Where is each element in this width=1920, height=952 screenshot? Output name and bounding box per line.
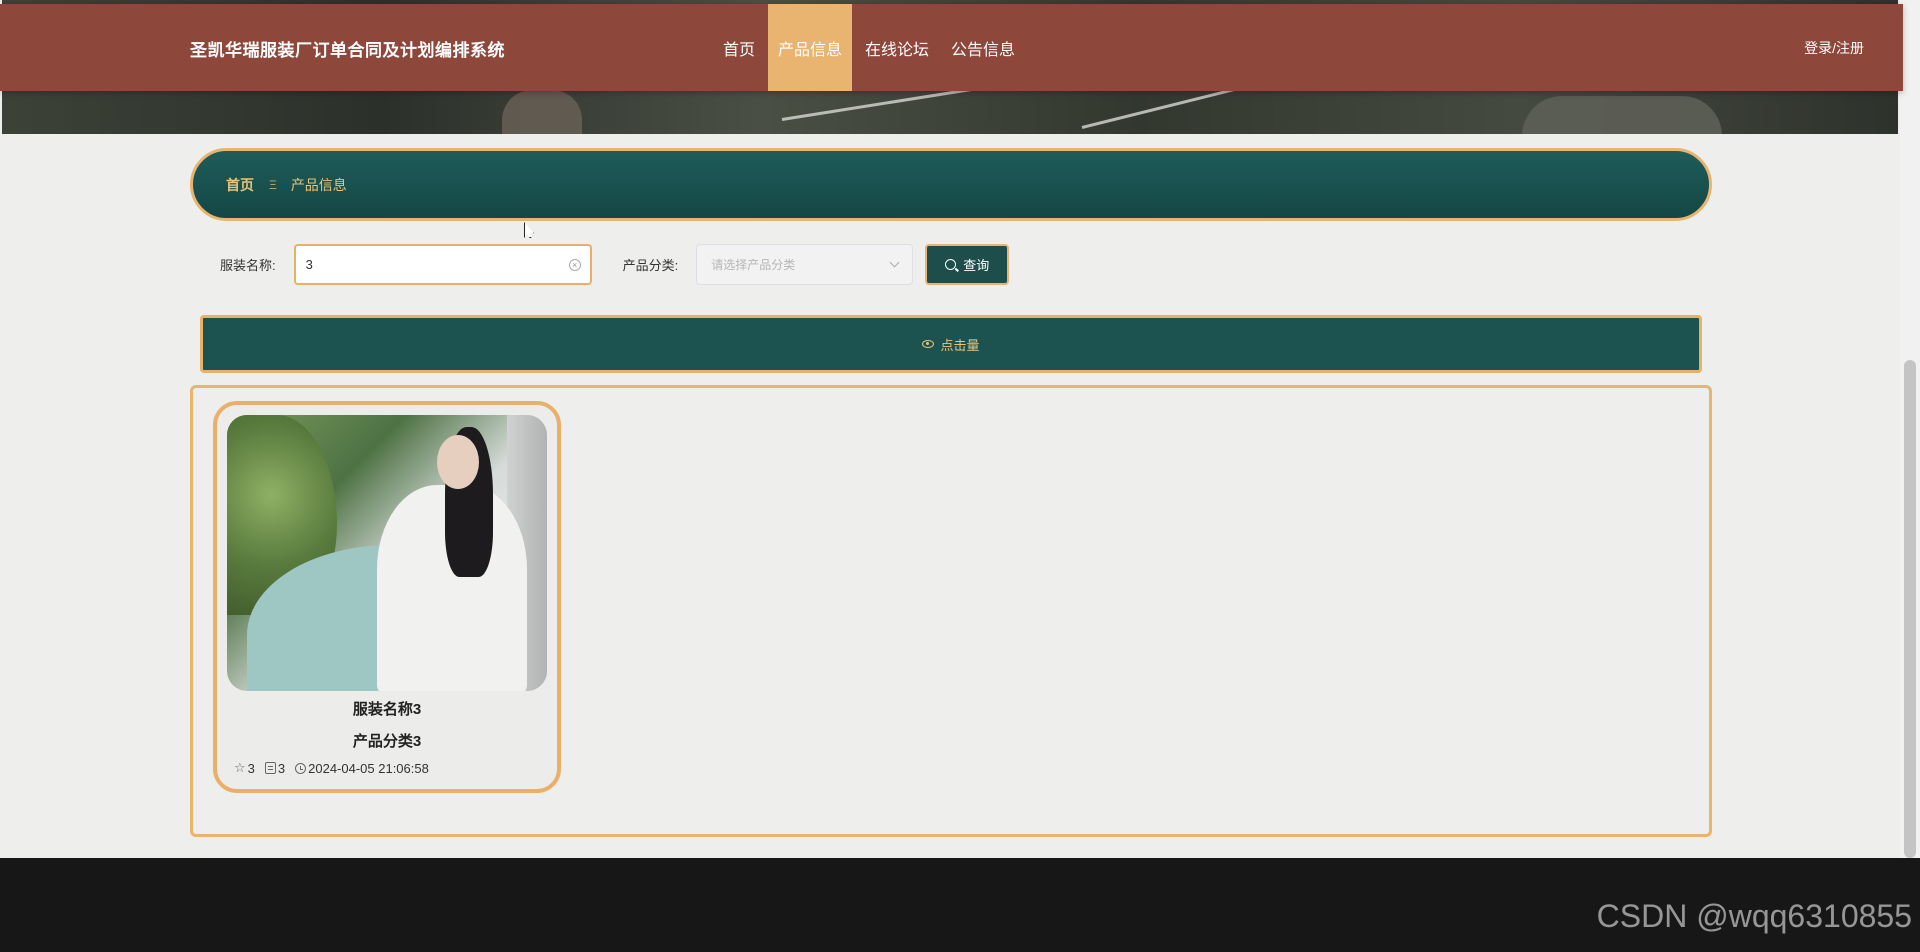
image-head	[437, 435, 479, 489]
clear-icon[interactable]: ×	[568, 258, 581, 271]
name-label: 服装名称:	[220, 257, 276, 273]
category-placeholder: 请选择产品分类	[711, 257, 796, 272]
nav-item-products[interactable]: 产品信息	[768, 4, 853, 91]
main-nav: 首页 产品信息 在线论坛 公告信息	[712, 4, 1026, 91]
breadcrumb: 首页 Ξ 产品信息	[190, 148, 1712, 221]
query-button-label: 查询	[963, 257, 990, 273]
category-label: 产品分类:	[622, 257, 679, 273]
product-name: 服装名称3	[352, 701, 422, 718]
breadcrumb-current: 产品信息	[290, 176, 347, 193]
site-title: 圣凯华瑞服装厂订单合同及计划编排系统	[190, 41, 505, 60]
nav-item-forum[interactable]: 在线论坛	[854, 4, 940, 91]
scrollbar[interactable]	[1900, 0, 1920, 858]
hero-figure	[1522, 96, 1722, 134]
nav-item-home[interactable]: 首页	[712, 4, 766, 91]
favorites-value: 3	[247, 760, 255, 776]
watermark: CSDN @wqq6310855	[1596, 898, 1912, 934]
product-card[interactable]: 服装名称3 产品分类3 ☆ 3 3 2024-04-05 21:06:58	[213, 401, 561, 793]
breadcrumb-separator-icon: Ξ	[269, 177, 277, 192]
timestamp-value: 2024-04-05 21:06:58	[308, 760, 429, 776]
timestamp: 2024-04-05 21:06:58	[295, 761, 429, 776]
product-category: 产品分类3	[352, 733, 422, 750]
favorites-count: ☆ 3	[234, 760, 255, 776]
breadcrumb-home[interactable]: 首页	[226, 175, 254, 195]
search-icon	[945, 258, 957, 270]
login-register-link[interactable]: 登录/注册	[1804, 38, 1864, 58]
star-icon: ☆	[234, 760, 246, 775]
clock-icon	[295, 762, 307, 774]
hero-figure	[502, 90, 582, 134]
nav-item-announcements[interactable]: 公告信息	[940, 4, 1026, 91]
scrollbar-thumb[interactable]	[1904, 360, 1916, 858]
name-input[interactable]	[305, 256, 556, 272]
eye-icon	[922, 340, 935, 348]
product-image[interactable]	[227, 415, 547, 691]
site-header: 圣凯华瑞服装厂订单合同及计划编排系统 首页 产品信息 在线论坛 公告信息 登录/…	[0, 4, 1903, 91]
name-input-wrapper[interactable]: ×	[293, 243, 592, 285]
product-meta: ☆ 3 3 2024-04-05 21:06:58	[234, 760, 439, 776]
mouse-cursor-icon	[524, 222, 534, 238]
chevron-down-icon	[889, 257, 900, 267]
category-select[interactable]: 请选择产品分类	[696, 243, 914, 285]
sort-label: 点击量	[940, 337, 980, 353]
search-form: 服装名称: × 产品分类: 请选择产品分类 查询	[220, 243, 1010, 285]
document-icon	[264, 762, 276, 774]
query-button[interactable]: 查询	[925, 243, 1010, 285]
product-list: 服装名称3 产品分类3 ☆ 3 3 2024-04-05 21:06:58	[190, 385, 1712, 837]
views-count: 3	[264, 760, 286, 776]
views-value: 3	[277, 760, 286, 776]
sort-by-clicks-button[interactable]: 点击量	[200, 315, 1702, 373]
